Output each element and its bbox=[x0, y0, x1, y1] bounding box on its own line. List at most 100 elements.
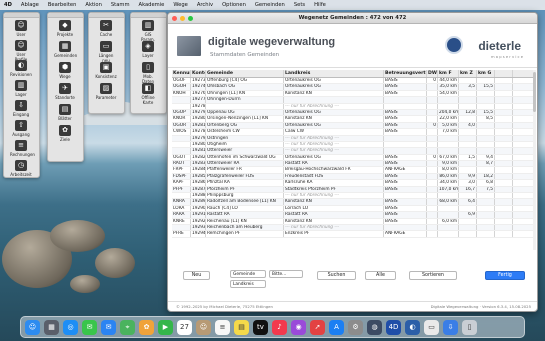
table-cell bbox=[495, 90, 513, 97]
globe-icon[interactable]: ◐ bbox=[405, 319, 420, 335]
table-scrollbar[interactable] bbox=[533, 70, 536, 250]
launchpad-icon[interactable]: ▦ bbox=[44, 319, 59, 335]
column-header[interactable] bbox=[495, 70, 513, 77]
table-cell bbox=[384, 141, 427, 148]
palette-button-user-profile[interactable]: ☺User Profile bbox=[10, 40, 32, 62]
column-header[interactable]: Kennung bbox=[172, 70, 191, 77]
files-icon[interactable]: ▭ bbox=[424, 319, 439, 335]
landkreis-field-select[interactable]: Landkreis bbox=[230, 280, 266, 288]
column-header[interactable]: Konto bbox=[191, 70, 206, 77]
podcasts-icon[interactable]: ◉ bbox=[291, 319, 306, 335]
table-cell: Ostelsheim CW bbox=[206, 129, 284, 135]
menu-wege[interactable]: Wege bbox=[173, 2, 188, 8]
column-header[interactable]: Gemeinde bbox=[206, 70, 284, 77]
sort-button[interactable]: Sortieren bbox=[409, 271, 457, 280]
palette-button-user[interactable]: ☺ User bbox=[10, 20, 32, 37]
maps-icon[interactable]: ⌖ bbox=[120, 319, 135, 335]
palette-button-mob-daten[interactable]: ▯ Mob. Daten bbox=[137, 62, 159, 84]
menu-gemeinden[interactable]: Gemeinden bbox=[255, 2, 285, 8]
operator-select[interactable]: Bitte... bbox=[269, 270, 303, 278]
reminders-icon[interactable]: ≡ bbox=[215, 319, 230, 335]
music-icon[interactable]: ♪ bbox=[272, 319, 287, 335]
table-cell: --- nur für Abrechnung --- bbox=[284, 103, 384, 109]
palette-button-projekte[interactable]: ◆ Projekte bbox=[54, 20, 76, 37]
menu-akademie[interactable]: Akademie bbox=[139, 2, 165, 8]
table-cell: 19288 bbox=[192, 193, 206, 199]
menu-stamm[interactable]: Stamm bbox=[111, 2, 130, 8]
menu-optionen[interactable]: Optionen bbox=[222, 2, 246, 8]
gemeinde-field-select[interactable]: Gemeinde bbox=[230, 270, 266, 278]
menu-ablage[interactable]: Ablage bbox=[21, 2, 39, 8]
palette-button-konsistenz[interactable]: ▣ Konsistenz bbox=[95, 62, 117, 79]
column-header[interactable]: DWV bbox=[427, 70, 438, 77]
table-cell bbox=[172, 193, 191, 199]
column-header[interactable]: Landkreis bbox=[284, 70, 384, 77]
finder-icon[interactable]: ☺ bbox=[25, 319, 40, 335]
settings-icon[interactable]: ⚙ bbox=[348, 319, 363, 335]
contacts-icon[interactable]: ☺ bbox=[196, 319, 211, 335]
safari-icon[interactable]: ◎ bbox=[63, 319, 78, 335]
palette-button-lager[interactable]: ▥ Lager bbox=[10, 80, 32, 97]
palette-label: Parameter bbox=[95, 95, 117, 100]
calendar-icon[interactable]: 27 bbox=[177, 319, 192, 335]
palette-button-cache[interactable]: ✂ Cache bbox=[95, 20, 117, 37]
minimize-button[interactable] bbox=[180, 16, 185, 21]
column-header[interactable]: km F bbox=[438, 70, 459, 77]
downloads-icon[interactable]: ⇩ bbox=[443, 319, 458, 335]
menu-aktion[interactable]: Aktion bbox=[85, 2, 102, 8]
palette-button-ziele[interactable]: ✿ Ziele bbox=[54, 125, 76, 142]
table-cell bbox=[477, 205, 495, 212]
palette-button-standorte[interactable]: ✈ Standorte bbox=[54, 83, 76, 100]
column-header[interactable]: km Z bbox=[459, 70, 477, 77]
mail-icon[interactable]: ✉ bbox=[101, 319, 116, 335]
table-row[interactable]: PFRE 19294 Remchingen PF Enzkreis PF ANFRAGE bbox=[172, 231, 535, 238]
all-button[interactable]: Alle bbox=[365, 271, 396, 280]
search-button[interactable]: Suchen bbox=[317, 271, 356, 280]
trash-icon[interactable]: ▯ bbox=[462, 319, 477, 335]
photos-icon[interactable]: ✿ bbox=[139, 319, 154, 335]
4d-icon[interactable]: 4D bbox=[386, 319, 401, 335]
new-button[interactable]: Neu bbox=[183, 271, 210, 280]
column-header[interactable]: km G bbox=[477, 70, 495, 77]
palette-button-längen-neu[interactable]: ▭ Längen neu bbox=[95, 41, 117, 63]
menu-archiv[interactable]: Archiv bbox=[197, 2, 213, 8]
menu-hilfe[interactable]: Hilfe bbox=[314, 2, 326, 8]
parameter-icon: ▨ bbox=[100, 83, 112, 94]
window-footer: © 1992–2025 by Michael Dieterle, 75275 E… bbox=[168, 301, 537, 311]
zoom-button[interactable] bbox=[188, 16, 193, 21]
palette-button-blätter[interactable]: ▤ Blätter bbox=[54, 104, 76, 121]
table-cell: 19282 bbox=[192, 154, 206, 161]
palette-button-eingang[interactable]: ⇩ Eingang bbox=[10, 100, 32, 117]
menu-4d[interactable]: 4D bbox=[4, 2, 12, 8]
palette-button-parameter[interactable]: ▨ Parameter bbox=[95, 83, 117, 100]
table-cell: KAPF bbox=[172, 180, 191, 186]
rocket-icon[interactable]: ➚ bbox=[310, 319, 325, 335]
table-cell: 19289 bbox=[192, 199, 206, 205]
facetime-icon[interactable]: ▶ bbox=[158, 319, 173, 335]
palette-button-arbeitszeit[interactable]: ◷ Arbeitszeit bbox=[10, 160, 32, 177]
done-button[interactable]: Fertig bbox=[485, 271, 525, 280]
tv-icon[interactable]: tv bbox=[253, 319, 268, 335]
palette-button-wege[interactable]: ⬢ Wege bbox=[54, 62, 76, 79]
palette-button-ausgang[interactable]: ⇧ Ausgang bbox=[10, 120, 32, 137]
palette-button-rechnungen[interactable]: ≡ Rechnungen bbox=[10, 140, 35, 157]
palette-button-revisionen[interactable]: ◐ Revisionen bbox=[10, 60, 32, 77]
palette-button-gis-param-[interactable]: ▥ GIS Param. bbox=[137, 20, 159, 42]
notes-icon[interactable]: ▤ bbox=[234, 319, 249, 335]
network-icon[interactable]: ◍ bbox=[367, 319, 382, 335]
close-button[interactable] bbox=[172, 16, 177, 21]
column-header[interactable]: Betreuungsvertrag bbox=[384, 70, 427, 77]
messages-icon[interactable]: ✉ bbox=[82, 319, 97, 335]
appstore-icon[interactable]: A bbox=[329, 319, 344, 335]
table-cell: Östringen bbox=[206, 135, 284, 141]
palette-button-gemeinden[interactable]: ▦ Gemeinden bbox=[54, 41, 77, 58]
palette-button-offline-karte[interactable]: ◧ Offline Karte bbox=[137, 83, 159, 105]
table-cell: 19283 bbox=[192, 161, 206, 167]
menu-sets[interactable]: Sets bbox=[294, 2, 305, 8]
menu-bearbeiten[interactable]: Bearbeiten bbox=[48, 2, 77, 8]
scrollbar-thumb[interactable] bbox=[533, 72, 536, 112]
palette-label: Rechnungen bbox=[10, 152, 35, 157]
table-cell bbox=[495, 148, 513, 154]
palette-label: Standorte bbox=[55, 95, 75, 100]
palette-button-layer[interactable]: ◈ Layer bbox=[137, 41, 159, 58]
